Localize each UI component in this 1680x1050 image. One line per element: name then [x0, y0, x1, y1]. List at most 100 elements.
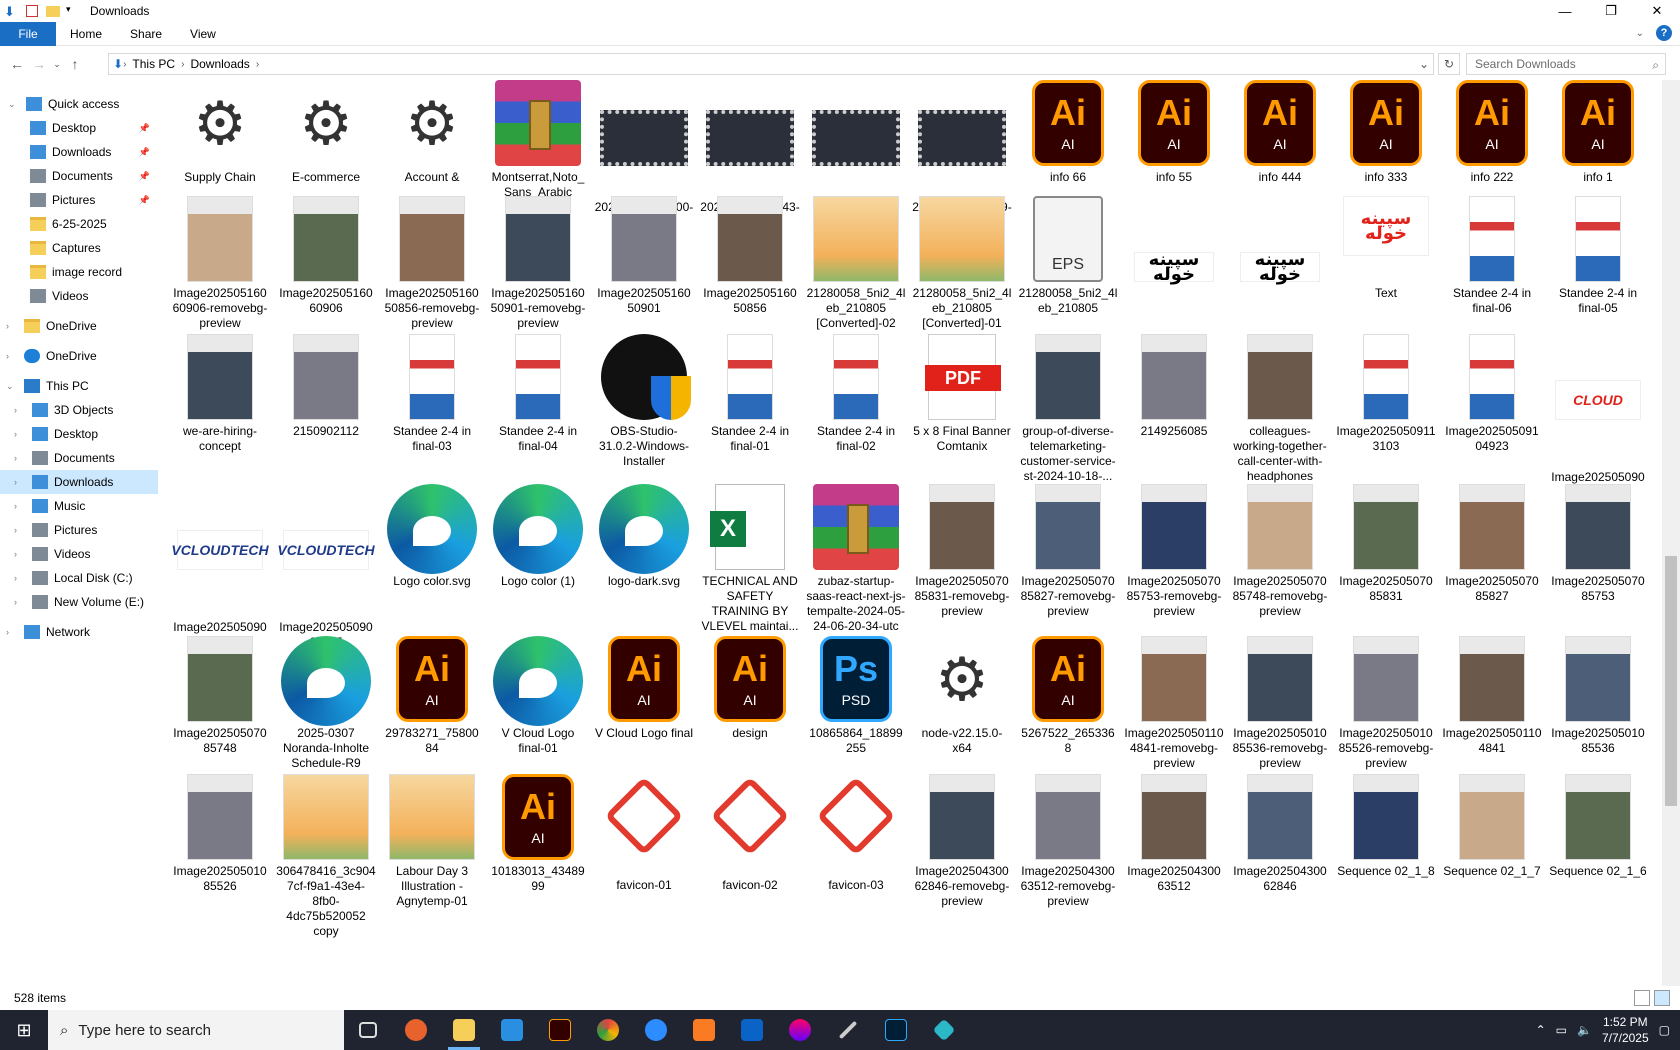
clock[interactable]: 1:52 PM 7/7/2025	[1602, 1014, 1649, 1046]
nav-pc-item-3[interactable]: › Downloads	[0, 470, 158, 494]
quick-access-download-icon[interactable]: ⬇	[4, 4, 18, 19]
nav-quick-item-6[interactable]: image record	[0, 260, 158, 284]
expand-chevron-icon[interactable]: ⌄	[8, 99, 16, 110]
expand-chevron-icon[interactable]: ›	[14, 549, 17, 559]
file-item[interactable]: Standee 2-4 in final-06	[1442, 196, 1542, 316]
file-item[interactable]: Ai AI V Cloud Logo final	[594, 636, 694, 741]
search-input[interactable]: Search Downloads ⌕	[1466, 53, 1666, 75]
file-item[interactable]: Image20250430063512	[1124, 774, 1224, 894]
nav-pc-item-5[interactable]: › Pictures	[0, 518, 158, 542]
xampp-icon[interactable]	[680, 1010, 728, 1050]
file-item[interactable]: Ai AI design	[700, 636, 800, 741]
file-item[interactable]: Image20250507085748	[170, 636, 270, 756]
pin-icon[interactable]: 📌	[139, 123, 150, 134]
file-item[interactable]: zubaz-startup-saas-react-next-js-tempalt…	[806, 484, 906, 634]
file-item[interactable]: Image20250430062846	[1230, 774, 1330, 894]
file-item[interactable]: Image20250507085827	[1442, 484, 1542, 604]
pin-icon[interactable]: 📌	[139, 171, 150, 182]
nav-this-pc[interactable]: ⌄ This PC	[0, 374, 158, 398]
vscode-icon[interactable]	[488, 1010, 536, 1050]
network-tray-icon[interactable]: ▭	[1556, 1023, 1567, 1037]
file-item[interactable]: favicon-02	[700, 774, 800, 893]
file-item[interactable]: white space	[806, 80, 906, 215]
expand-chevron-icon[interactable]: ›	[14, 525, 17, 535]
file-item[interactable]: Image20250507085748-removebg-preview	[1230, 484, 1330, 619]
expand-chevron-icon[interactable]: ›	[14, 429, 17, 439]
file-item[interactable]: Ai AI info 444	[1230, 80, 1330, 185]
file-item[interactable]: VCLOUDTECHImage20250509061715	[276, 484, 376, 650]
file-item[interactable]: Ai AI info 222	[1442, 80, 1542, 185]
file-item[interactable]: Standee 2-4 in final-03	[382, 334, 482, 454]
app-diamond-icon[interactable]	[920, 1010, 968, 1050]
file-item[interactable]: EPS 21280058_5ni2_4leb_210805	[1018, 196, 1118, 316]
nav-quick-item-5[interactable]: Captures	[0, 236, 158, 260]
file-item[interactable]: Ai AI info 55	[1124, 80, 1224, 185]
illustrator-icon[interactable]	[536, 1010, 584, 1050]
zoom-icon[interactable]	[632, 1010, 680, 1050]
file-item[interactable]: ⚙ node-v22.15.0-x64	[912, 636, 1012, 756]
nav-pc-item-8[interactable]: › New Volume (E:)	[0, 590, 158, 614]
tab-view[interactable]: View	[176, 27, 230, 41]
details-view-icon[interactable]	[1634, 990, 1650, 1006]
file-item[interactable]: Standee 2-4 in final-01	[700, 334, 800, 454]
nav-quick-item-3[interactable]: Pictures 📌	[0, 188, 158, 212]
file-item[interactable]: Image20250501085526-removebg-preview	[1336, 636, 1436, 771]
file-item[interactable]: Standee 2-4 in final-04	[488, 334, 588, 454]
outlook-icon[interactable]	[728, 1010, 776, 1050]
nav-quick-item-0[interactable]: Desktop 📌	[0, 116, 158, 140]
forward-arrow-icon[interactable]: →	[28, 56, 50, 72]
task-view-icon[interactable]	[344, 1010, 392, 1050]
file-item[interactable]: Image20250509113103	[1336, 334, 1436, 454]
refresh-icon[interactable]: ↻	[1438, 53, 1460, 75]
file-item[interactable]: Image20250501085536	[1548, 636, 1648, 756]
file-item[interactable]: 2150902112	[276, 334, 376, 439]
file-item[interactable]: 2149256085	[1124, 334, 1224, 439]
nav-pc-item-6[interactable]: › Videos	[0, 542, 158, 566]
tray-chevron-icon[interactable]: ⌃	[1536, 1023, 1546, 1037]
file-item[interactable]: logo-dark.svg	[594, 484, 694, 589]
chrome-icon[interactable]	[584, 1010, 632, 1050]
expand-ribbon-icon[interactable]: ⌄	[1636, 28, 1644, 39]
maximize-button[interactable]: ❐	[1588, 0, 1634, 22]
file-item[interactable]: colleagues-working-together-call-center-…	[1230, 334, 1330, 484]
file-item[interactable]: X TECHNICAL AND SAFETY TRAINING BY VLEVEL…	[700, 484, 800, 634]
file-item[interactable]: Sequence 02_1_8	[1336, 774, 1436, 879]
volume-icon[interactable]: 🔈	[1577, 1023, 1592, 1037]
address-bar[interactable]: ⬇ › This PC › Downloads › ⌄	[108, 53, 1434, 75]
file-item[interactable]: PDF 5 x 8 Final Banner Comtanix	[912, 334, 1012, 454]
file-item[interactable]: we-are-hiring-concept	[170, 334, 270, 454]
file-item[interactable]: Image20250516060906	[276, 196, 376, 316]
file-item[interactable]: Image20250507085753	[1548, 484, 1648, 604]
file-item[interactable]: Image20250501085526	[170, 774, 270, 894]
file-item[interactable]: Image20250516050856	[700, 196, 800, 316]
expand-chevron-icon[interactable]: ›	[14, 573, 17, 583]
file-item[interactable]: Sequence 02_1_7	[1442, 774, 1542, 879]
file-item[interactable]: Logo color.svg	[382, 484, 482, 589]
nav-network[interactable]: › Network	[0, 620, 158, 644]
expand-chevron-icon[interactable]: ›	[6, 627, 9, 637]
file-item[interactable]: ⚙ E-commerce	[276, 80, 376, 185]
file-item[interactable]: Image20250507085827-removebg-preview	[1018, 484, 1118, 619]
file-item[interactable]: Ai AI info 333	[1336, 80, 1436, 185]
file-item[interactable]: Image20250430063512-removebg-preview	[1018, 774, 1118, 909]
file-item[interactable]: Ai AI 10183013_4348999	[488, 774, 588, 894]
expand-chevron-icon[interactable]: ⌄	[6, 381, 14, 392]
file-item[interactable]: 21280058_5ni2_4leb_210805 [Converted]-01	[912, 196, 1012, 331]
file-item[interactable]: 21280058_5ni2_4leb_210805 [Converted]-02	[806, 196, 906, 331]
file-item[interactable]: OBS-Studio-31.0.2-Windows-Installer	[594, 334, 694, 469]
file-item[interactable]: Image20250507085753-removebg-preview	[1124, 484, 1224, 619]
back-arrow-icon[interactable]: ←	[6, 56, 28, 72]
file-item[interactable]: Image20250507085831-removebg-preview	[912, 484, 1012, 619]
expand-chevron-icon[interactable]: ›	[14, 405, 17, 415]
nav-quick-access[interactable]: ⌄ Quick access	[0, 92, 158, 116]
file-item[interactable]: Image20250516060906-removebg-preview	[170, 196, 270, 331]
pen-tool-icon[interactable]	[824, 1010, 872, 1050]
nav-pc-item-7[interactable]: › Local Disk (C:)	[0, 566, 158, 590]
file-item[interactable]: Image20250501104841	[1442, 636, 1542, 756]
file-item[interactable]: Sequence 02_1_6	[1548, 774, 1648, 879]
file-item[interactable]: Image20250507085831	[1336, 484, 1436, 604]
file-item[interactable]: Ai AI info 66	[1018, 80, 1118, 185]
expand-chevron-icon[interactable]: ›	[6, 351, 9, 361]
file-item[interactable]: Image20250516050856-removebg-preview	[382, 196, 482, 331]
file-item[interactable]: Image20250501104841-removebg-preview	[1124, 636, 1224, 771]
